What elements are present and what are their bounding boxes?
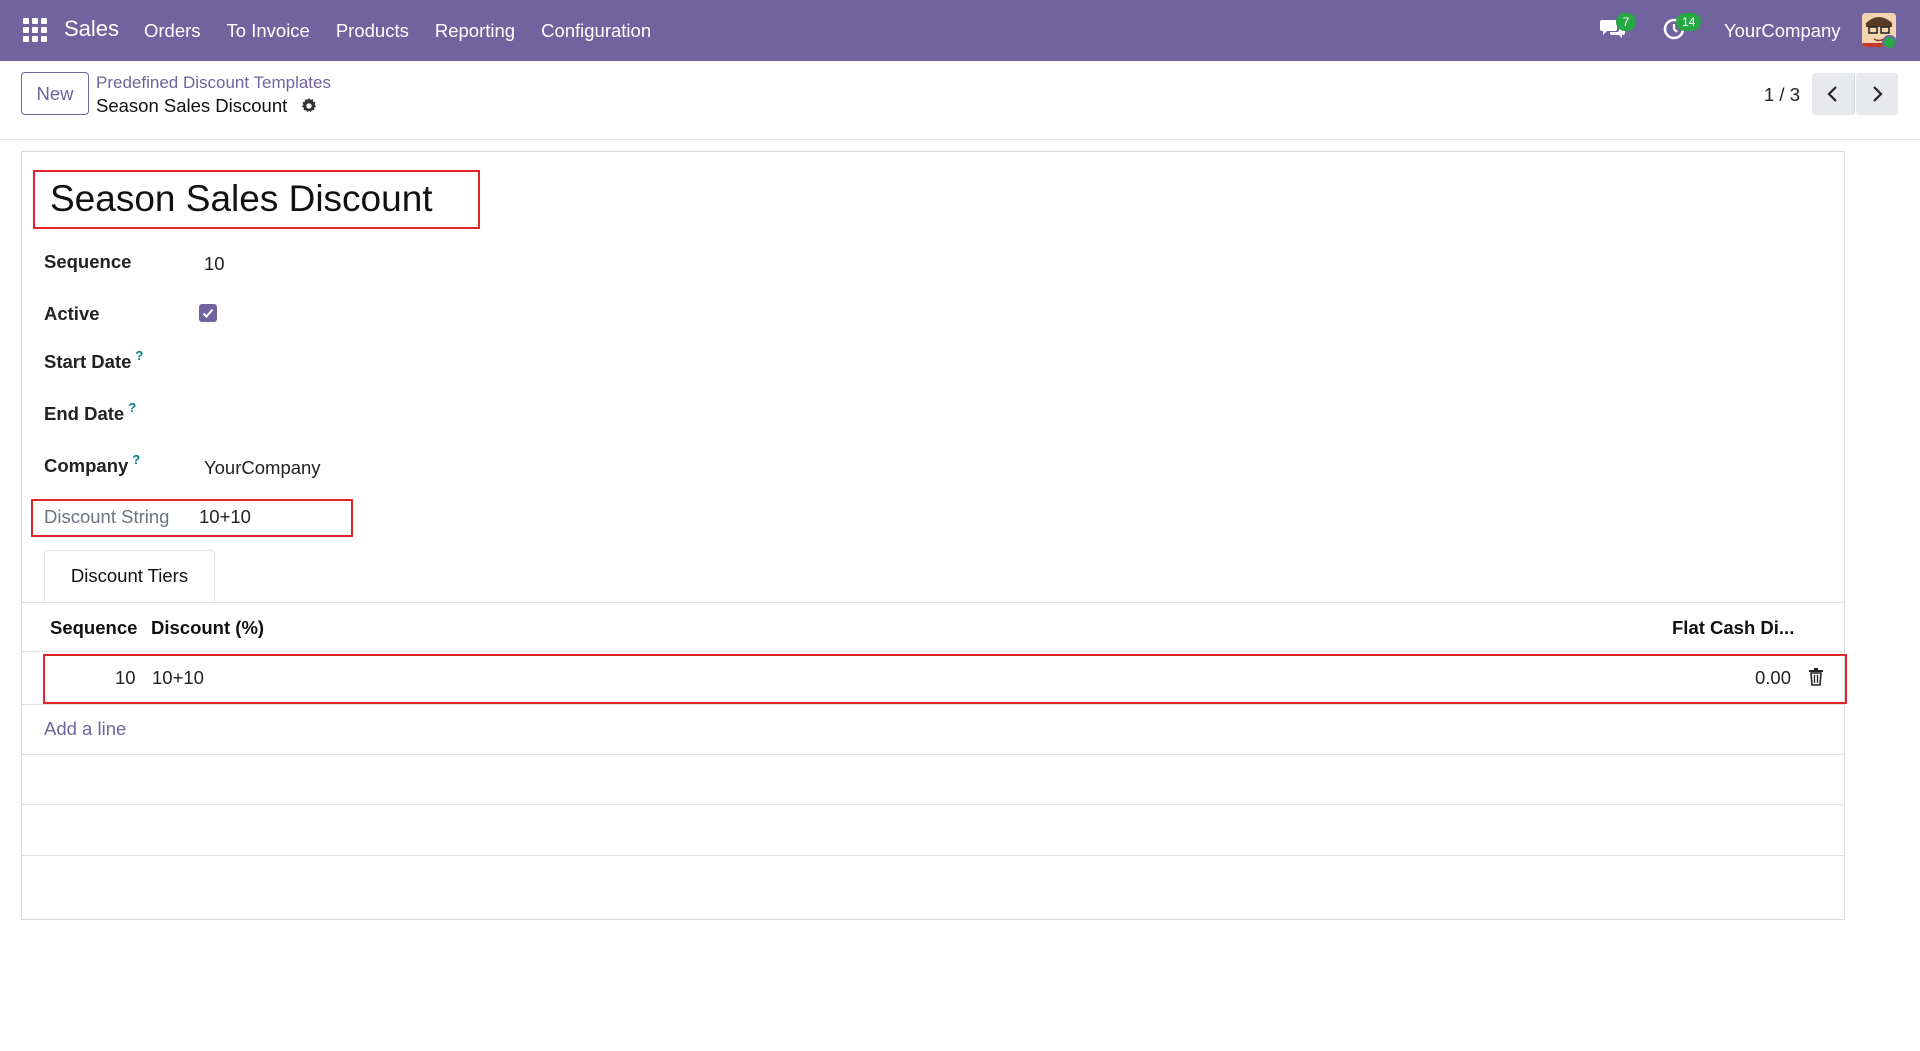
app-name[interactable]: Sales: [64, 16, 119, 42]
column-header-flat-cash[interactable]: Flat Cash Di...: [1672, 617, 1794, 639]
menu-item-orders[interactable]: Orders: [144, 20, 214, 42]
form-sheet: Season Sales Discount Sequence 10 Active…: [21, 151, 1847, 920]
column-header-sequence[interactable]: Sequence: [50, 617, 137, 639]
active-checkbox[interactable]: [199, 304, 217, 322]
table-header-divider: [22, 651, 1844, 652]
row-highlight-box: [43, 654, 1847, 704]
add-line-link[interactable]: Add a line: [44, 718, 126, 740]
messages-count-badge: 7: [1616, 13, 1636, 31]
checkmark-icon: [202, 308, 214, 318]
end-date-label: End Date?: [44, 400, 136, 425]
empty-row-divider-1: [22, 754, 1844, 755]
tab-divider: [22, 602, 1844, 603]
discount-string-label: Discount String: [44, 506, 170, 527]
company-label-text: Company: [44, 455, 129, 476]
start-date-help-icon[interactable]: ?: [135, 348, 143, 363]
empty-row-divider-2: [22, 804, 1844, 805]
start-date-label-text: Start Date: [44, 351, 132, 372]
table-row-divider: [22, 704, 1844, 705]
row-sequence-cell[interactable]: 10: [115, 667, 136, 689]
top-navbar: Sales Orders To Invoice Products Reporti…: [0, 0, 1920, 61]
main-menu: Orders To Invoice Products Reporting Con…: [144, 0, 664, 61]
column-header-discount[interactable]: Discount (%): [151, 617, 264, 639]
company-help-icon[interactable]: ?: [132, 452, 140, 467]
menu-item-configuration[interactable]: Configuration: [528, 20, 664, 42]
company-field[interactable]: YourCompany: [204, 457, 321, 479]
discount-string-field[interactable]: 10+10: [199, 506, 251, 528]
tab-discount-tiers[interactable]: Discount Tiers: [44, 550, 215, 602]
end-date-label-text: End Date: [44, 403, 125, 424]
control-panel: New Predefined Discount Templates Season…: [0, 61, 1920, 140]
row-discount-cell[interactable]: 10+10: [152, 667, 204, 689]
activities-button[interactable]: 14: [1662, 13, 1702, 44]
online-status-dot: [1882, 35, 1897, 50]
company-switcher[interactable]: YourCompany: [1724, 20, 1841, 42]
breadcrumb-current: Season Sales Discount: [96, 95, 288, 116]
record-title-field[interactable]: Season Sales Discount: [50, 178, 433, 220]
chevron-right-icon: [1873, 86, 1883, 102]
sequence-label: Sequence: [44, 251, 132, 272]
messages-button[interactable]: 7: [1600, 13, 1636, 44]
menu-item-reporting[interactable]: Reporting: [422, 20, 528, 42]
pager-counter[interactable]: 1 / 3: [1764, 84, 1800, 106]
end-date-help-icon[interactable]: ?: [128, 400, 136, 415]
active-label: Active: [44, 303, 100, 324]
menu-item-products[interactable]: Products: [323, 20, 422, 42]
start-date-label: Start Date?: [44, 348, 143, 373]
empty-row-divider-3: [22, 855, 1844, 856]
trash-icon[interactable]: [1808, 668, 1824, 686]
apps-grid-icon[interactable]: [23, 18, 47, 42]
breadcrumb-parent[interactable]: Predefined Discount Templates: [96, 73, 331, 93]
new-button[interactable]: New: [21, 72, 89, 115]
pager-previous-button[interactable]: [1812, 73, 1855, 115]
menu-item-to-invoice[interactable]: To Invoice: [214, 20, 323, 42]
company-label: Company?: [44, 452, 140, 477]
sequence-field[interactable]: 10: [204, 253, 225, 275]
activities-count-badge: 14: [1676, 13, 1702, 31]
pager-next-button[interactable]: [1856, 73, 1898, 115]
row-flat-cash-cell[interactable]: 0.00: [1755, 667, 1791, 689]
chevron-left-icon: [1827, 86, 1837, 102]
gear-icon[interactable]: [300, 97, 318, 115]
